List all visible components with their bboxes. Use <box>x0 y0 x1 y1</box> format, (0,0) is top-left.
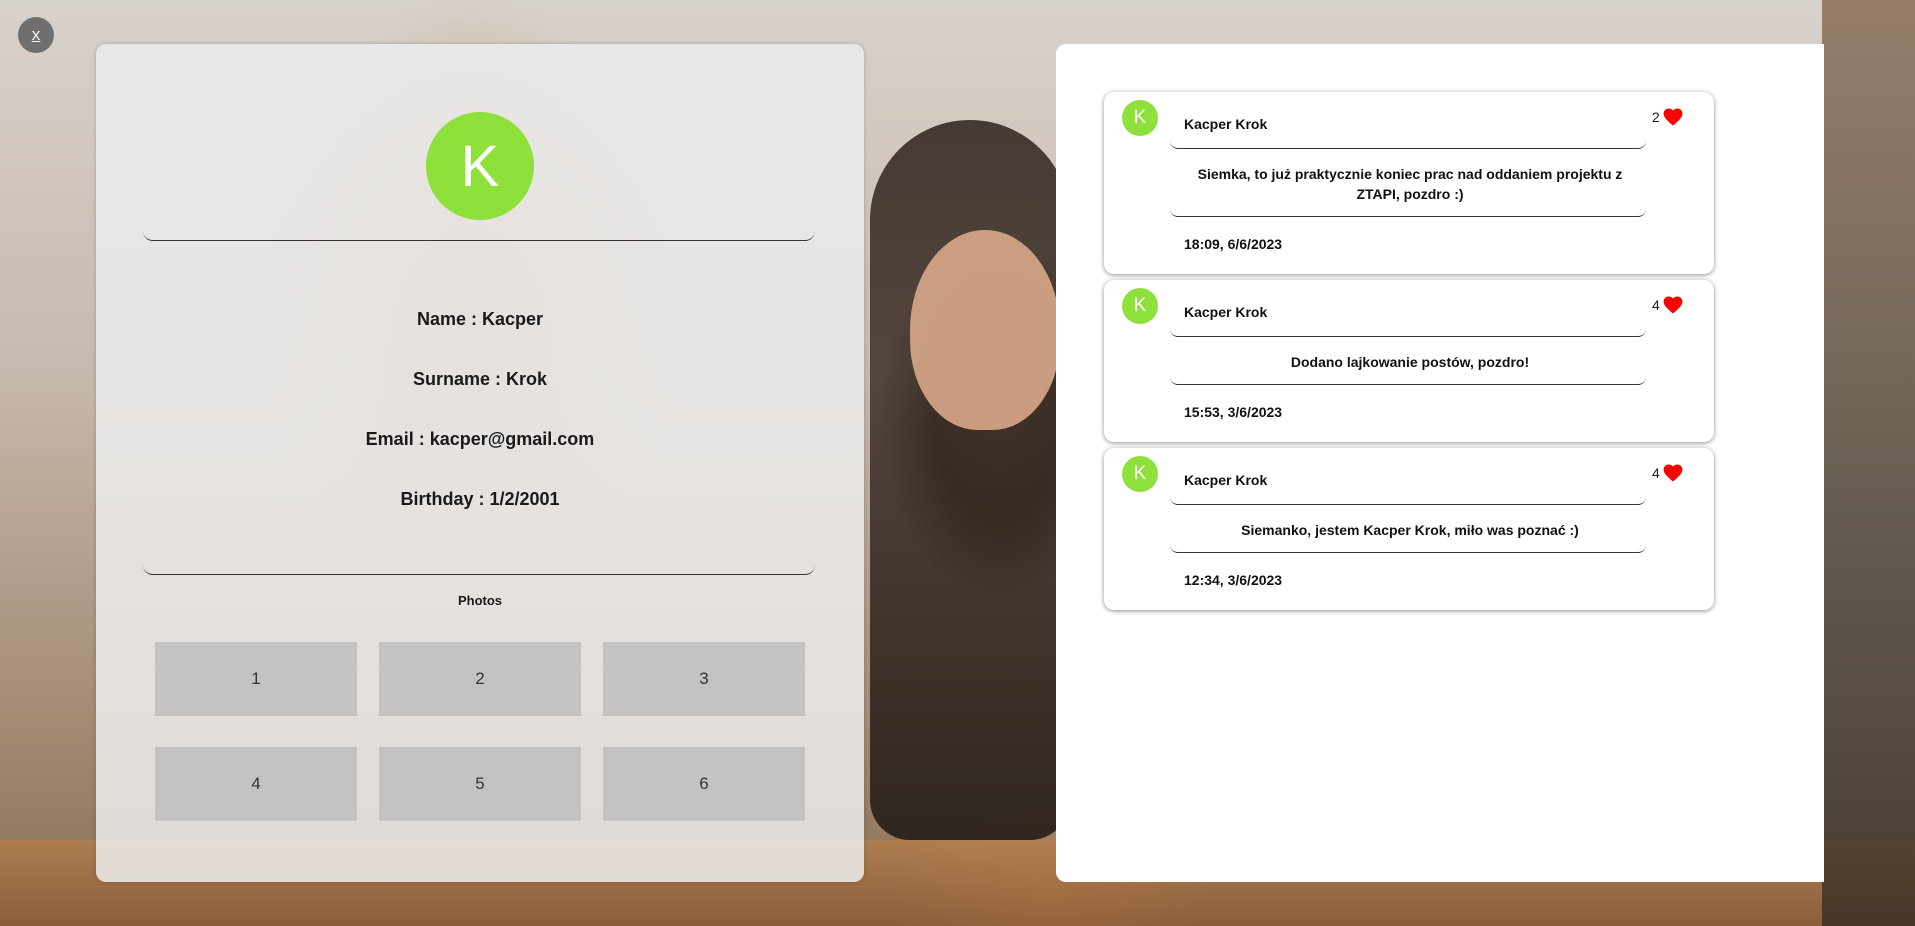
post-author: Kacper Krok <box>1184 116 1268 132</box>
photo-tile-6[interactable]: 6 <box>603 747 805 821</box>
post-text: Dodano lajkowanie postów, pozdro! <box>1290 354 1530 370</box>
profile-avatar: K <box>426 112 534 220</box>
post-card: K Kacper Krok 4 Siemanko, jestem Kacper … <box>1104 448 1714 610</box>
post-avatar: K <box>1122 100 1158 136</box>
post-divider <box>1170 206 1646 217</box>
post-divider <box>1170 138 1646 149</box>
post-timestamp: 15:53, 3/6/2023 <box>1184 404 1283 420</box>
post-divider <box>1170 374 1646 385</box>
post-text: Siemanko, jestem Kacper Krok, miło was p… <box>1241 522 1579 538</box>
post-divider <box>1170 494 1646 505</box>
post-card: K Kacper Krok 4 Dodano lajkowanie postów… <box>1104 280 1714 442</box>
post-author: Kacper Krok <box>1184 472 1268 488</box>
profile-name: Name : Kacper <box>416 309 544 329</box>
profile-divider <box>143 226 815 241</box>
like-button[interactable]: 4 <box>1652 296 1683 314</box>
post-divider <box>1170 326 1646 337</box>
post-card: K Kacper Krok 2 Siemka, to już praktyczn… <box>1104 92 1714 274</box>
heart-icon <box>1663 464 1683 482</box>
post-divider <box>1170 542 1646 553</box>
background-photo-face <box>910 230 1060 430</box>
photos-divider <box>143 560 815 575</box>
profile-surname: Surname : Krok <box>412 369 548 389</box>
like-button[interactable]: 2 <box>1652 108 1683 126</box>
profile-email: Email : kacper@gmail.com <box>365 429 595 449</box>
profile-birthday: Birthday : 1/2/2001 <box>400 489 560 509</box>
post-avatar: K <box>1122 288 1158 324</box>
photo-tile-4[interactable]: 4 <box>155 747 357 821</box>
like-button[interactable]: 4 <box>1652 464 1683 482</box>
post-text: Siemka, to już praktycznie koniec prac n… <box>1197 166 1623 202</box>
posts-panel: K Kacper Krok 2 Siemka, to już praktyczn… <box>1056 44 1824 882</box>
close-button[interactable]: x <box>18 17 54 53</box>
photo-tile-2[interactable]: 2 <box>379 642 581 716</box>
post-timestamp: 18:09, 6/6/2023 <box>1184 236 1283 252</box>
heart-icon <box>1663 296 1683 314</box>
like-count: 4 <box>1652 465 1660 481</box>
like-count: 2 <box>1652 109 1660 125</box>
heart-icon <box>1663 108 1683 126</box>
like-count: 4 <box>1652 297 1660 313</box>
photo-tile-3[interactable]: 3 <box>603 642 805 716</box>
photo-tile-5[interactable]: 5 <box>379 747 581 821</box>
profile-panel: K Name : Kacper Surname : Krok Email : k… <box>96 44 864 882</box>
background-photo-right <box>1822 0 1915 926</box>
photo-tile-1[interactable]: 1 <box>155 642 357 716</box>
background-photo <box>870 120 1070 840</box>
photos-title: Photos <box>457 593 503 608</box>
post-avatar: K <box>1122 456 1158 492</box>
post-author: Kacper Krok <box>1184 304 1268 320</box>
post-timestamp: 12:34, 3/6/2023 <box>1184 572 1283 588</box>
